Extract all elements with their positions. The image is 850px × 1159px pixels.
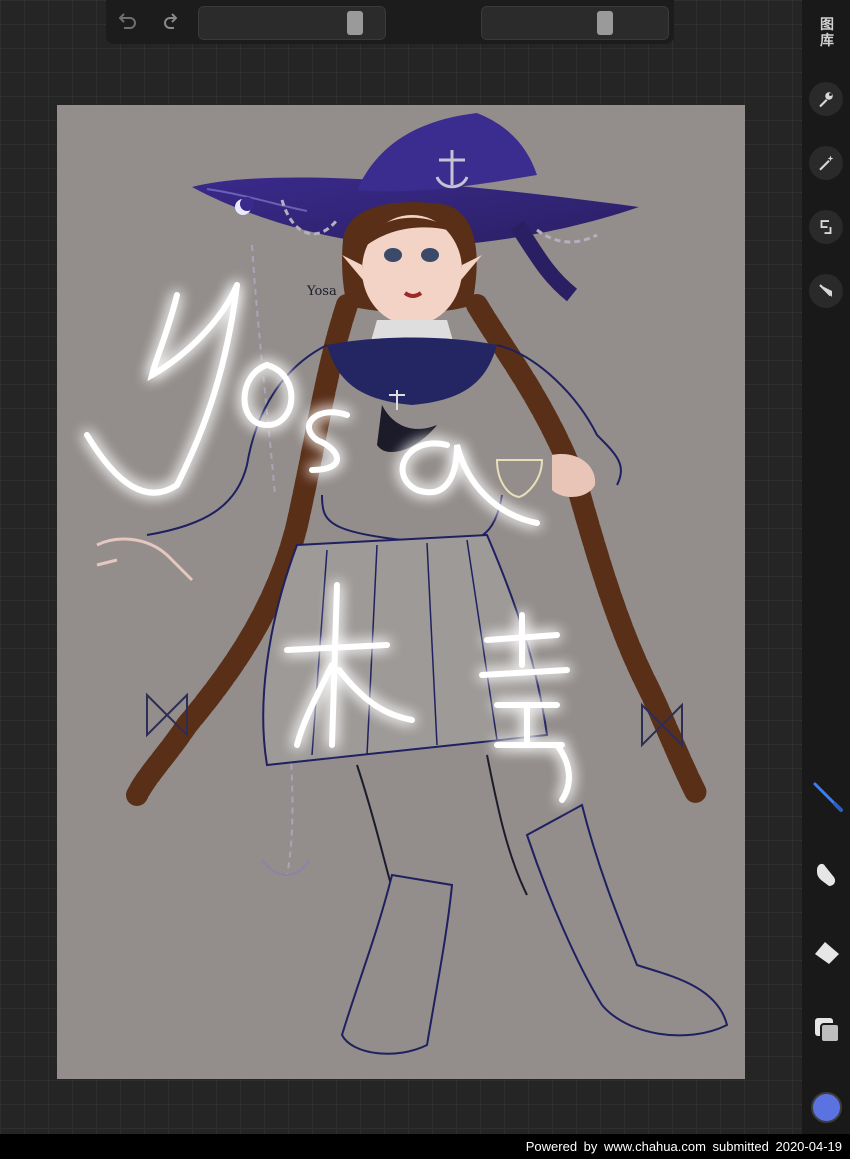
right-toolbar: 图库 [802, 0, 850, 1134]
transform-arrow-icon[interactable] [809, 274, 843, 308]
left-boot [340, 873, 454, 1055]
opacity-slider[interactable] [481, 6, 669, 40]
smudge-icon[interactable] [811, 858, 843, 890]
selection-icon[interactable] [809, 210, 843, 244]
right-boot [525, 803, 729, 1037]
eraser-icon[interactable] [811, 936, 843, 968]
current-color-swatch[interactable] [811, 1092, 842, 1123]
signature: Yosa [306, 284, 337, 299]
sailor-collar [327, 337, 497, 405]
footer-credit: Powered by www.chahua.com submitted 2020… [0, 1134, 850, 1159]
magic-wand-icon[interactable] [809, 146, 843, 180]
brush-icon[interactable] [811, 780, 843, 812]
gallery-button[interactable]: 图库 [814, 16, 840, 48]
hat-cone [357, 113, 537, 192]
teacup [495, 459, 544, 499]
redo-icon[interactable] [160, 10, 184, 34]
layers-icon[interactable] [811, 1014, 843, 1046]
wrench-icon[interactable] [809, 82, 843, 116]
drawing-canvas[interactable]: Yosa [57, 105, 745, 1079]
brush-size-slider[interactable] [198, 6, 386, 40]
top-toolbar [106, 0, 674, 44]
opacity-knob[interactable] [597, 11, 613, 35]
brush-size-knob[interactable] [347, 11, 363, 35]
artwork: Yosa [84, 113, 729, 1055]
undo-icon[interactable] [116, 10, 140, 34]
